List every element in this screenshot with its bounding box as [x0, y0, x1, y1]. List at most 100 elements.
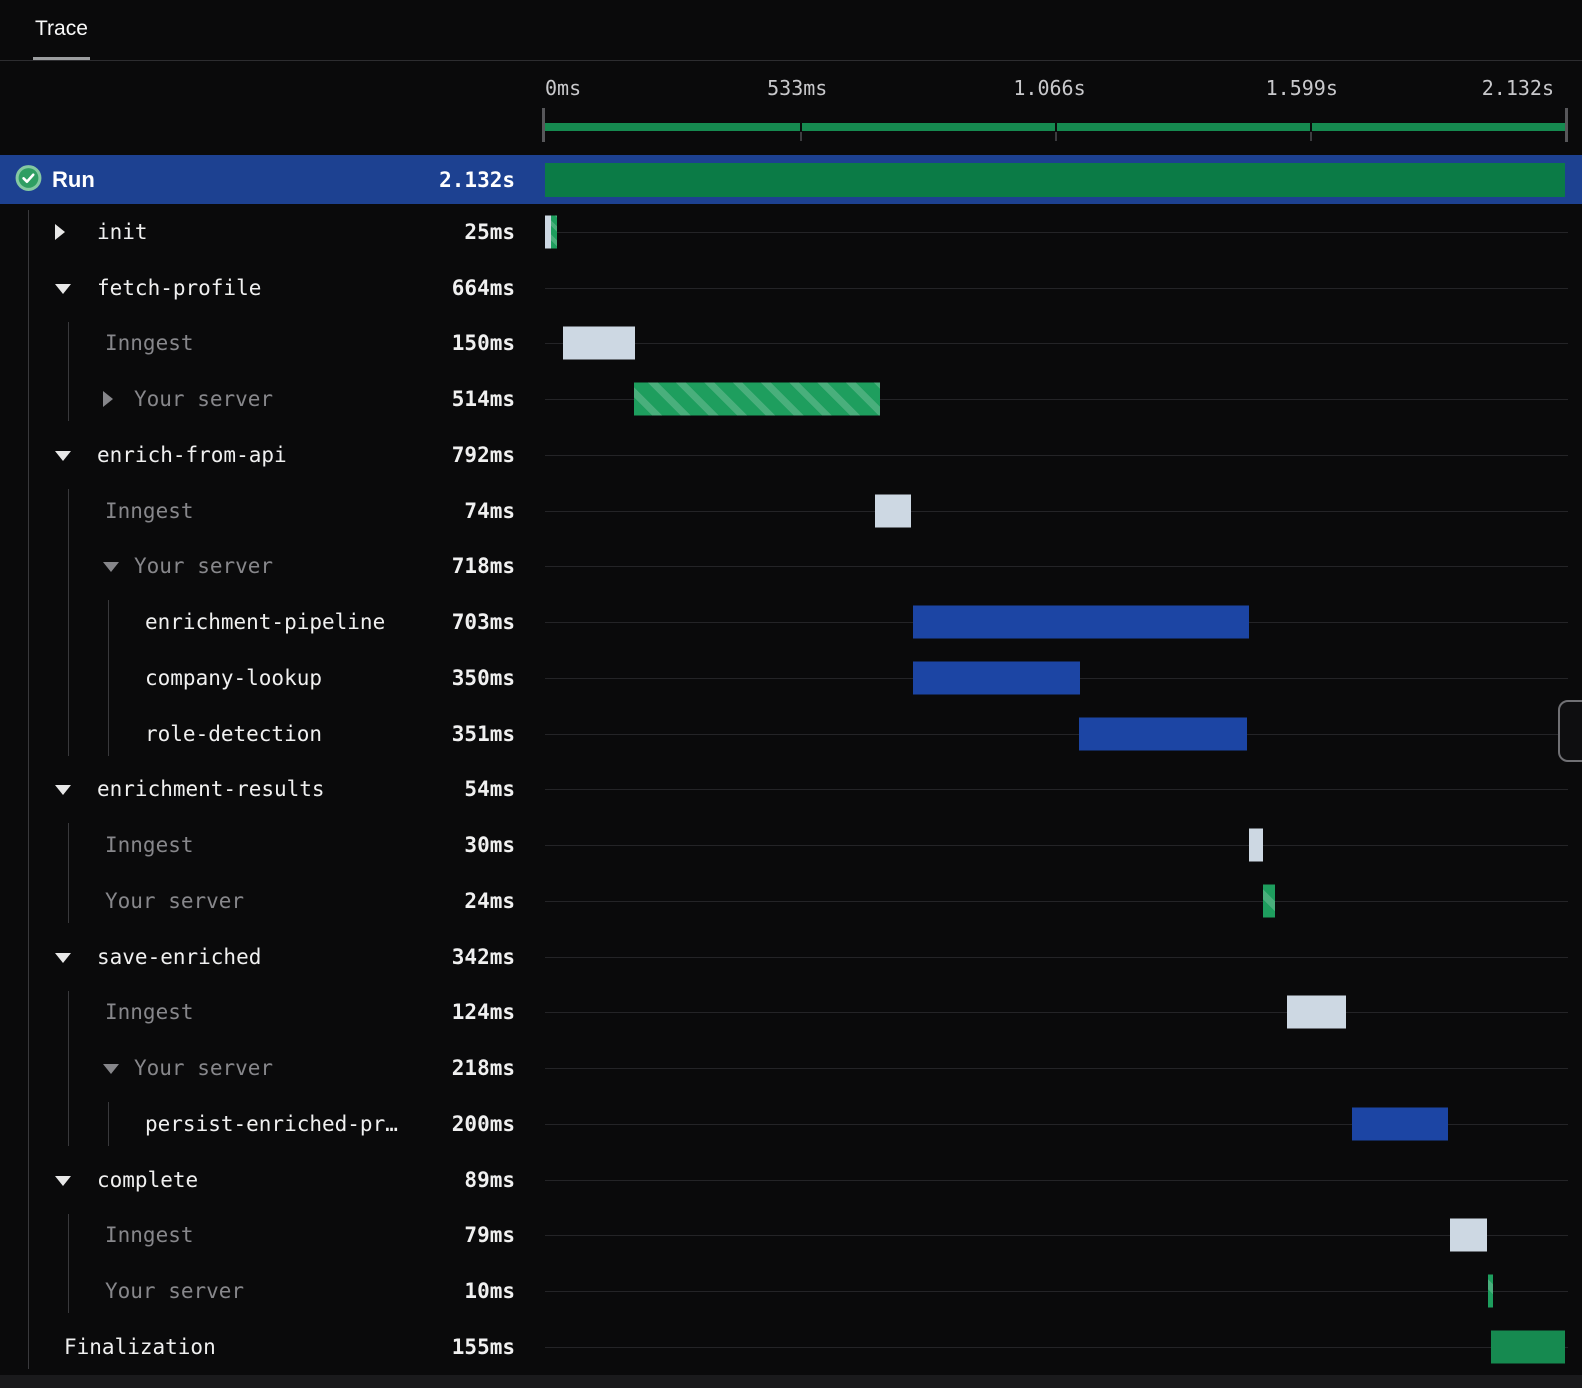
row-gridline — [545, 1291, 1568, 1293]
minimap-end-tick — [542, 108, 545, 142]
minimap-bar-segment[interactable] — [545, 123, 800, 131]
trace-row-enrich-from-api[interactable]: enrich-from-api 792ms — [0, 427, 1582, 483]
span-bar-enrichment-pipeline[interactable] — [912, 605, 1250, 639]
row-gridline — [545, 845, 1568, 847]
row-gridline — [545, 510, 1568, 512]
axis-tick-label: 533ms — [767, 76, 828, 100]
tab-trace[interactable]: Trace — [33, 0, 90, 60]
trace-row-fetch-profile[interactable]: fetch-profile 664ms — [0, 260, 1582, 316]
span-duration: 10ms — [464, 1279, 515, 1304]
span-bar-finalization[interactable] — [1490, 1330, 1565, 1364]
span-bar-init[interactable] — [545, 215, 557, 249]
run-row[interactable]: Run 2.132s — [0, 155, 1582, 204]
trace-row-finalization[interactable]: Finalization 155ms — [0, 1319, 1582, 1375]
tree-indent-guide — [108, 1102, 109, 1146]
tree-indent-guide — [28, 210, 29, 1369]
row-gridline — [545, 1235, 1568, 1237]
span-duration: 24ms — [464, 888, 515, 913]
trace-row-your-server[interactable]: Your server 24ms — [0, 873, 1582, 929]
minimap-bar-segment[interactable] — [802, 123, 1055, 131]
tree-indent-guide — [68, 990, 69, 1146]
row-gridline — [545, 1068, 1568, 1070]
span-bar-your-server[interactable] — [1263, 884, 1275, 918]
row-gridline — [545, 733, 1568, 735]
span-bar-company-lookup[interactable] — [912, 661, 1081, 695]
row-gridline — [545, 900, 1568, 902]
span-duration: 514ms — [451, 387, 515, 412]
tree-indent-guide — [68, 321, 69, 422]
span-duration: 792ms — [451, 442, 515, 467]
trace-row-complete[interactable]: complete 89ms — [0, 1152, 1582, 1208]
span-bar-inngest[interactable] — [1248, 828, 1264, 862]
span-duration: 54ms — [464, 777, 515, 802]
trace-row-persist-enriched-pr[interactable]: persist-enriched-pr… 200ms — [0, 1096, 1582, 1152]
span-bar-your-server[interactable] — [1487, 1274, 1493, 1308]
span-duration: 350ms — [451, 665, 515, 690]
row-gridline — [545, 789, 1568, 791]
span-duration: 342ms — [451, 944, 515, 969]
row-gridline — [545, 343, 1568, 345]
trace-row-enrichment-results[interactable]: enrichment-results 54ms — [0, 762, 1582, 818]
span-duration: 200ms — [451, 1111, 515, 1136]
trace-row-init[interactable]: init 25ms — [0, 204, 1582, 260]
minimap-tick — [1055, 132, 1057, 141]
row-gridline — [545, 1346, 1568, 1348]
axis-tick-label: 1.599s — [1265, 76, 1338, 100]
trace-row-your-server[interactable]: Your server 514ms — [0, 371, 1582, 427]
span-bar-inngest[interactable] — [1449, 1218, 1488, 1252]
minimap-end-tick — [1565, 108, 1568, 142]
span-duration: 124ms — [451, 1000, 515, 1025]
trace-row-your-server[interactable]: Your server 218ms — [0, 1040, 1582, 1096]
span-bar-persist-enriched-pr[interactable] — [1352, 1107, 1448, 1141]
span-bar-role-detection[interactable] — [1078, 717, 1247, 751]
tree-indent-guide — [108, 600, 109, 756]
span-bar-inngest[interactable] — [563, 326, 635, 360]
span-duration: 25ms — [464, 219, 515, 244]
tree-indent-guide — [68, 1213, 69, 1314]
trace-row-save-enriched[interactable]: save-enriched 342ms — [0, 929, 1582, 985]
span-duration: 79ms — [464, 1223, 515, 1248]
tree-indent-guide — [68, 823, 69, 923]
axis-tick-label: 2.132s — [1481, 76, 1554, 100]
span-bar-inngest[interactable] — [1287, 995, 1347, 1029]
span-duration: 150ms — [451, 331, 515, 356]
trace-row-inngest[interactable]: Inngest 79ms — [0, 1208, 1582, 1264]
span-bar-your-server[interactable] — [633, 382, 880, 416]
trace-row-your-server[interactable]: Your server 10ms — [0, 1263, 1582, 1319]
trace-row-inngest[interactable]: Inngest 150ms — [0, 316, 1582, 372]
row-gridline — [545, 1012, 1568, 1014]
trace-row-inngest[interactable]: Inngest 30ms — [0, 817, 1582, 873]
minimap-tick — [800, 132, 802, 141]
timeline-header: 0ms 533ms 1.066s 1.599s 2.132s — [0, 61, 1582, 155]
axis-tick-label: 1.066s — [1013, 76, 1086, 100]
row-gridline — [545, 956, 1568, 958]
row-gridline — [545, 454, 1568, 456]
trace-row-inngest[interactable]: Inngest 74ms — [0, 483, 1582, 539]
span-duration: 664ms — [451, 275, 515, 300]
span-duration: 351ms — [451, 721, 515, 746]
trace-row-inngest[interactable]: Inngest 124ms — [0, 985, 1582, 1041]
scroll-handle[interactable] — [1558, 700, 1582, 762]
span-duration: 74ms — [464, 498, 515, 523]
tab-bar: Trace — [0, 0, 1582, 61]
trace-row-company-lookup[interactable]: company-lookup 350ms — [0, 650, 1582, 706]
span-duration: 718ms — [451, 554, 515, 579]
row-gridline — [545, 566, 1568, 568]
bottom-divider — [0, 1375, 1582, 1388]
span-bar-exec-half — [550, 215, 557, 249]
span-duration: 89ms — [464, 1167, 515, 1192]
span-duration: 218ms — [451, 1056, 515, 1081]
axis-tick-label: 0ms — [545, 76, 582, 100]
tab-trace-label: Trace — [35, 16, 88, 40]
run-span-bar[interactable] — [545, 162, 1565, 197]
minimap-bar-segment[interactable] — [1312, 123, 1565, 131]
span-bar-inngest[interactable] — [875, 494, 911, 528]
span-duration: 703ms — [451, 610, 515, 635]
row-gridline — [545, 287, 1568, 289]
tree-indent-guide — [68, 488, 69, 756]
row-gridline — [545, 1179, 1568, 1181]
trace-row-enrichment-pipeline[interactable]: enrichment-pipeline 703ms — [0, 594, 1582, 650]
trace-row-role-detection[interactable]: role-detection 351ms — [0, 706, 1582, 762]
minimap-bar-segment[interactable] — [1057, 123, 1310, 131]
trace-row-your-server[interactable]: Your server 718ms — [0, 539, 1582, 595]
